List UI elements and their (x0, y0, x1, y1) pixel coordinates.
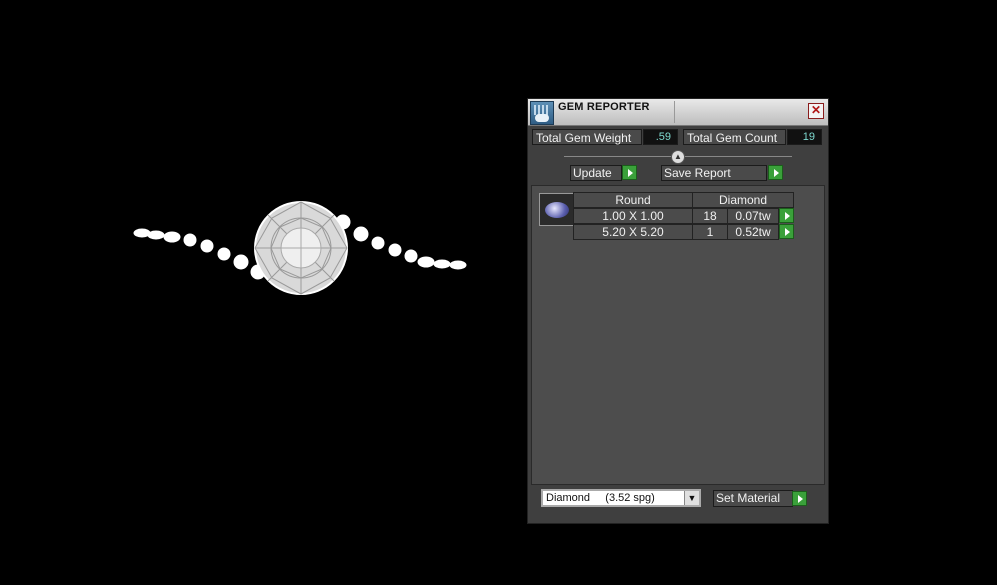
small-gem (147, 230, 165, 240)
chevron-down-icon[interactable]: ▼ (684, 491, 699, 505)
row-count: 1 (692, 224, 728, 240)
small-gem (449, 260, 467, 270)
close-icon[interactable]: ✕ (808, 103, 824, 119)
total-gem-count-value: 19 (787, 129, 822, 145)
small-gem (417, 256, 435, 268)
small-gem (200, 239, 214, 253)
small-gem (433, 259, 451, 269)
update-play-icon[interactable] (622, 165, 637, 180)
small-gem (371, 236, 385, 250)
row-play-icon[interactable] (779, 224, 794, 239)
total-gem-weight-value: .59 (643, 129, 678, 145)
set-material-button-label[interactable]: Set Material (713, 490, 793, 507)
material-select-value: Diamond (3.52 spg) (546, 492, 655, 504)
small-gem (133, 228, 151, 238)
small-gem (183, 233, 197, 247)
material-select[interactable]: Diamond (3.52 spg) ▼ (541, 489, 701, 507)
update-button-label[interactable]: Update (570, 165, 622, 181)
row-size: 5.20 X 5.20 (573, 224, 693, 240)
total-gem-count-label: Total Gem Count (683, 129, 786, 145)
small-gem (353, 226, 369, 242)
total-gem-weight-label: Total Gem Weight (532, 129, 642, 145)
slider-knob-icon[interactable]: ▲ (671, 150, 685, 164)
center-gem (254, 201, 348, 295)
row-play-icon[interactable] (779, 208, 794, 223)
gem-thumbnail-icon[interactable] (539, 193, 575, 226)
report-area: Round Diamond 1.00 X 1.00 18 0.07tw 5.20… (531, 185, 825, 485)
set-material-play-icon[interactable] (792, 491, 807, 506)
small-gem-chain-right (335, 214, 467, 270)
row-count: 18 (692, 208, 728, 224)
panel-title: GEM REPORTER (558, 101, 650, 113)
save-report-play-icon[interactable] (768, 165, 783, 180)
small-gem (388, 243, 402, 257)
small-gem (217, 247, 231, 261)
gem-reporter-panel: GEM REPORTER ✕ Total Gem Weight .59 Tota… (527, 98, 829, 524)
small-gem-chain-left (133, 228, 266, 280)
gem-reporter-icon (530, 101, 554, 125)
table-header-shape: Round (573, 192, 693, 208)
row-weight: 0.52tw (727, 224, 779, 240)
row-weight: 0.07tw (727, 208, 779, 224)
viewport-canvas[interactable] (0, 0, 520, 585)
title-divider (674, 101, 675, 123)
save-report-button-label[interactable]: Save Report (661, 165, 767, 181)
small-gem (404, 249, 418, 263)
small-gem (163, 231, 181, 243)
small-gem (233, 254, 249, 270)
panel-titlebar[interactable]: GEM REPORTER ✕ (528, 99, 828, 126)
table-header-material: Diamond (692, 192, 794, 208)
row-size: 1.00 X 1.00 (573, 208, 693, 224)
